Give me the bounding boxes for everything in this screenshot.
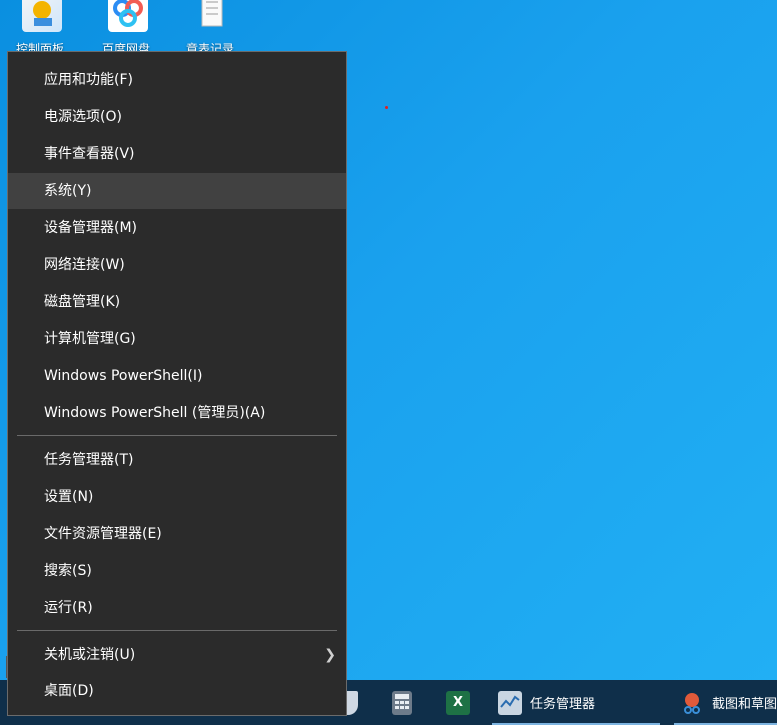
menu-separator [17, 630, 337, 631]
taskbar-label: 任务管理器 [530, 697, 596, 712]
menu-item-power-options[interactable]: 电源选项(O) [8, 99, 346, 135]
menu-item-system[interactable]: 系统(Y) [8, 173, 346, 209]
chevron-right-icon: ❯ [324, 647, 336, 663]
desktop-icon-control-panel[interactable]: 控制面板 [4, 0, 76, 56]
menu-item-device-manager[interactable]: 设备管理器(M) [8, 210, 346, 246]
excel-icon: X [446, 690, 470, 715]
menu-item-powershell[interactable]: Windows PowerShell(I) [8, 358, 346, 394]
menu-item-event-viewer[interactable]: 事件查看器(V) [8, 136, 346, 172]
mouse-cursor-dot [385, 106, 388, 109]
menu-item-computer-management[interactable]: 计算机管理(G) [8, 321, 346, 357]
menu-item-settings[interactable]: 设置(N) [8, 479, 346, 515]
menu-item-network-connections[interactable]: 网络连接(W) [8, 247, 346, 283]
control-panel-icon [22, 0, 62, 32]
menu-item-run[interactable]: 运行(R) [8, 590, 346, 626]
taskbar-snipping-tool[interactable]: 截图和草图 [680, 680, 777, 725]
task-manager-icon [498, 690, 522, 715]
desktop-icon-baidu-netdisk[interactable]: 百度网盘 [90, 0, 162, 56]
menu-item-label: 关机或注销(U) [44, 647, 136, 663]
document-icon [192, 0, 232, 32]
menu-item-task-manager[interactable]: 任务管理器(T) [8, 442, 346, 478]
taskbar-label: 截图和草图 [712, 697, 777, 712]
menu-item-file-explorer[interactable]: 文件资源管理器(E) [8, 516, 346, 552]
winx-context-menu: 应用和功能(F) 电源选项(O) 事件查看器(V) 系统(Y) 设备管理器(M)… [7, 51, 347, 716]
menu-item-powershell-admin[interactable]: Windows PowerShell (管理员)(A) [8, 395, 346, 431]
taskbar-task-manager[interactable]: 任务管理器 [498, 680, 595, 725]
menu-item-disk-management[interactable]: 磁盘管理(K) [8, 284, 346, 320]
desktop-icon-document[interactable]: 章表记录 [174, 0, 246, 56]
menu-item-desktop[interactable]: 桌面(D) [8, 673, 346, 709]
taskbar-calculator[interactable] [392, 680, 412, 725]
taskbar-excel[interactable]: X [446, 680, 470, 725]
calculator-icon [392, 690, 412, 715]
menu-separator [17, 435, 337, 436]
menu-item-shutdown-signout[interactable]: 关机或注销(U) ❯ [8, 637, 346, 673]
snipping-tool-icon [680, 691, 704, 715]
baidu-netdisk-icon [108, 0, 148, 32]
menu-item-apps-features[interactable]: 应用和功能(F) [8, 62, 346, 98]
menu-item-search[interactable]: 搜索(S) [8, 553, 346, 589]
